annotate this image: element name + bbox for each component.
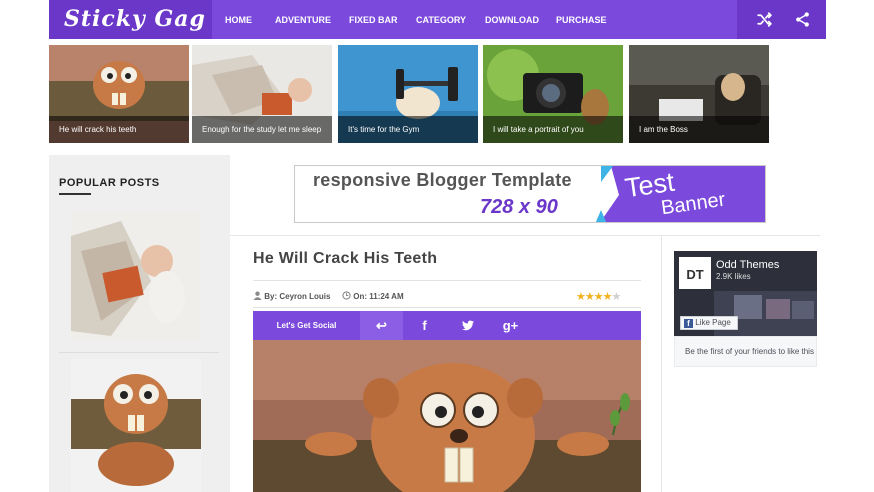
- svg-text:DT: DT: [686, 267, 703, 282]
- featured-post[interactable]: I am the Boss: [629, 45, 769, 143]
- nav-download[interactable]: DOWNLOAD: [485, 0, 539, 39]
- featured-caption: I will take a portrait of you: [483, 116, 623, 143]
- googleplus-share-button[interactable]: g+: [489, 311, 532, 340]
- nav-adventure[interactable]: ADVENTURE: [275, 0, 331, 39]
- featured-post[interactable]: Enough for the study let me sleep: [192, 45, 332, 143]
- social-label: Let's Get Social: [276, 321, 337, 330]
- post-time: On: 11:24 AM: [342, 291, 404, 301]
- post-featured-image[interactable]: [253, 340, 641, 492]
- page: Sticky Gag HOME ADVENTURE FIXED BAR CATE…: [0, 0, 874, 492]
- rating-stars: ★★★★★: [576, 290, 622, 303]
- top-navbar: Sticky Gag HOME ADVENTURE FIXED BAR CATE…: [49, 0, 826, 39]
- nav-purchase[interactable]: PURCHASE: [556, 0, 607, 39]
- heading-underline: [59, 193, 91, 195]
- author-text: By: Ceyron Louis: [264, 292, 331, 301]
- time-text: On: 11:24 AM: [353, 292, 404, 301]
- star-icon: ★: [584, 291, 595, 303]
- popular-post-divider: [59, 352, 219, 353]
- popular-posts-heading: POPULAR POSTS: [59, 177, 160, 189]
- user-icon: [253, 291, 262, 300]
- featured-post[interactable]: He will crack his teeth: [49, 45, 189, 143]
- star-empty-icon: ★: [611, 291, 622, 303]
- facebook-page-widget[interactable]: DT Odd Themes 2.9K likes f Like Page: [674, 251, 817, 336]
- nav-fixed-bar[interactable]: FIXED BAR: [349, 0, 398, 39]
- sleeping-baby-image: [71, 211, 201, 341]
- facebook-icon: f: [684, 319, 693, 328]
- twitter-share-button[interactable]: [446, 311, 489, 340]
- facebook-share-button[interactable]: f: [403, 311, 446, 340]
- share-icon[interactable]: [794, 11, 811, 28]
- facebook-likes-count: 2.9K likes: [716, 272, 751, 281]
- post-title[interactable]: He Will Crack His Teeth: [253, 250, 437, 268]
- nav-icon-group: [737, 0, 826, 39]
- facebook-like-button[interactable]: f Like Page: [680, 316, 738, 330]
- featured-caption: It's time for the Gym: [338, 116, 478, 143]
- site-logo[interactable]: Sticky Gag: [49, 0, 212, 39]
- featured-caption: He will crack his teeth: [49, 116, 189, 143]
- facebook-page-name[interactable]: Odd Themes: [716, 259, 779, 271]
- left-sidebar: POPULAR POSTS: [49, 155, 230, 492]
- star-icon: ★: [602, 291, 613, 303]
- featured-caption: Enough for the study let me sleep: [192, 116, 332, 143]
- star-icon: ★: [576, 291, 586, 303]
- meta-divider: [253, 307, 641, 308]
- clock-icon: [342, 291, 351, 300]
- like-button-label: Like Page: [695, 318, 731, 327]
- reply-share-button[interactable]: ↩: [360, 311, 403, 340]
- banner-tagline: responsive Blogger Template: [313, 170, 572, 190]
- featured-caption: I am the Boss: [629, 116, 769, 143]
- banner-size: 728 x 90: [480, 196, 558, 218]
- content-divider: [230, 235, 820, 236]
- ad-banner[interactable]: responsive Blogger Template 728 x 90 Tes…: [294, 165, 766, 223]
- popular-post-image[interactable]: [71, 211, 201, 341]
- shuffle-icon[interactable]: [756, 11, 773, 28]
- facebook-widget-footer: Be the first of your friends to like thi…: [674, 336, 817, 367]
- social-share-bar: Let's Get Social ↩ f g+: [253, 311, 641, 340]
- post-author[interactable]: By: Ceyron Louis: [253, 291, 330, 301]
- popular-post-image[interactable]: [71, 359, 201, 492]
- featured-post[interactable]: It's time for the Gym: [338, 45, 478, 143]
- star-icon: ★: [593, 291, 604, 303]
- beaver-image: [71, 359, 201, 492]
- twitter-icon: [461, 320, 474, 331]
- beaver-post-image: [253, 340, 641, 492]
- title-divider: [253, 280, 641, 281]
- nav-category[interactable]: CATEGORY: [416, 0, 466, 39]
- nav-home[interactable]: HOME: [225, 0, 252, 39]
- content-sidebar-divider: [661, 236, 662, 492]
- featured-post[interactable]: I will take a portrait of you: [483, 45, 623, 143]
